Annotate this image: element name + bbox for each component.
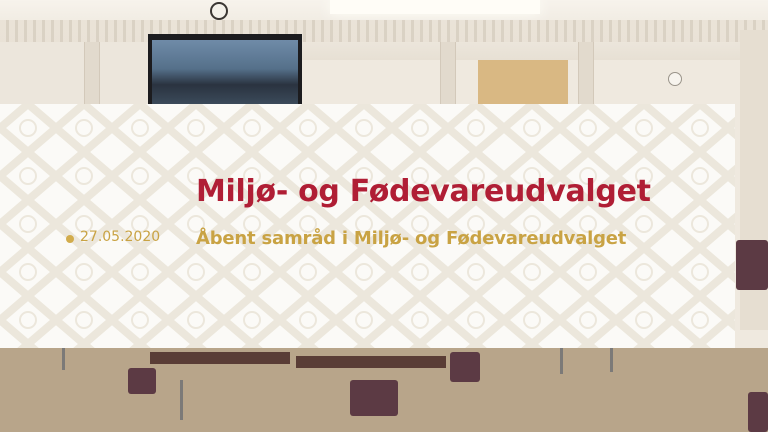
title-banner xyxy=(0,104,735,348)
projector-screen xyxy=(152,40,298,104)
meeting-date: 27.05.2020 xyxy=(80,229,161,245)
bullet-dot-icon xyxy=(66,235,74,243)
doorway xyxy=(478,60,568,104)
wall-clock-icon xyxy=(210,2,228,20)
meeting-table xyxy=(150,352,290,364)
chair xyxy=(350,380,398,416)
pilaster xyxy=(84,42,100,104)
chair-leg xyxy=(180,380,183,420)
chair-leg xyxy=(560,348,563,374)
skylight xyxy=(330,0,540,14)
chair xyxy=(736,240,768,290)
pilaster xyxy=(440,42,456,104)
meeting-subtitle: Åbent samråd i Miljø- og Fødevareudvalge… xyxy=(196,228,627,249)
chair xyxy=(450,352,480,382)
wall-clock-small-icon xyxy=(668,72,682,86)
chair-leg xyxy=(610,348,613,372)
committee-title: Miljø- og Fødevareudvalget xyxy=(196,174,651,209)
pilaster xyxy=(578,42,594,104)
chair xyxy=(128,368,156,394)
chair xyxy=(748,392,768,432)
chair-leg xyxy=(62,348,65,370)
left-wall xyxy=(0,42,150,104)
cornice xyxy=(0,20,768,42)
banner-pattern xyxy=(0,104,735,348)
meeting-table xyxy=(296,356,446,368)
